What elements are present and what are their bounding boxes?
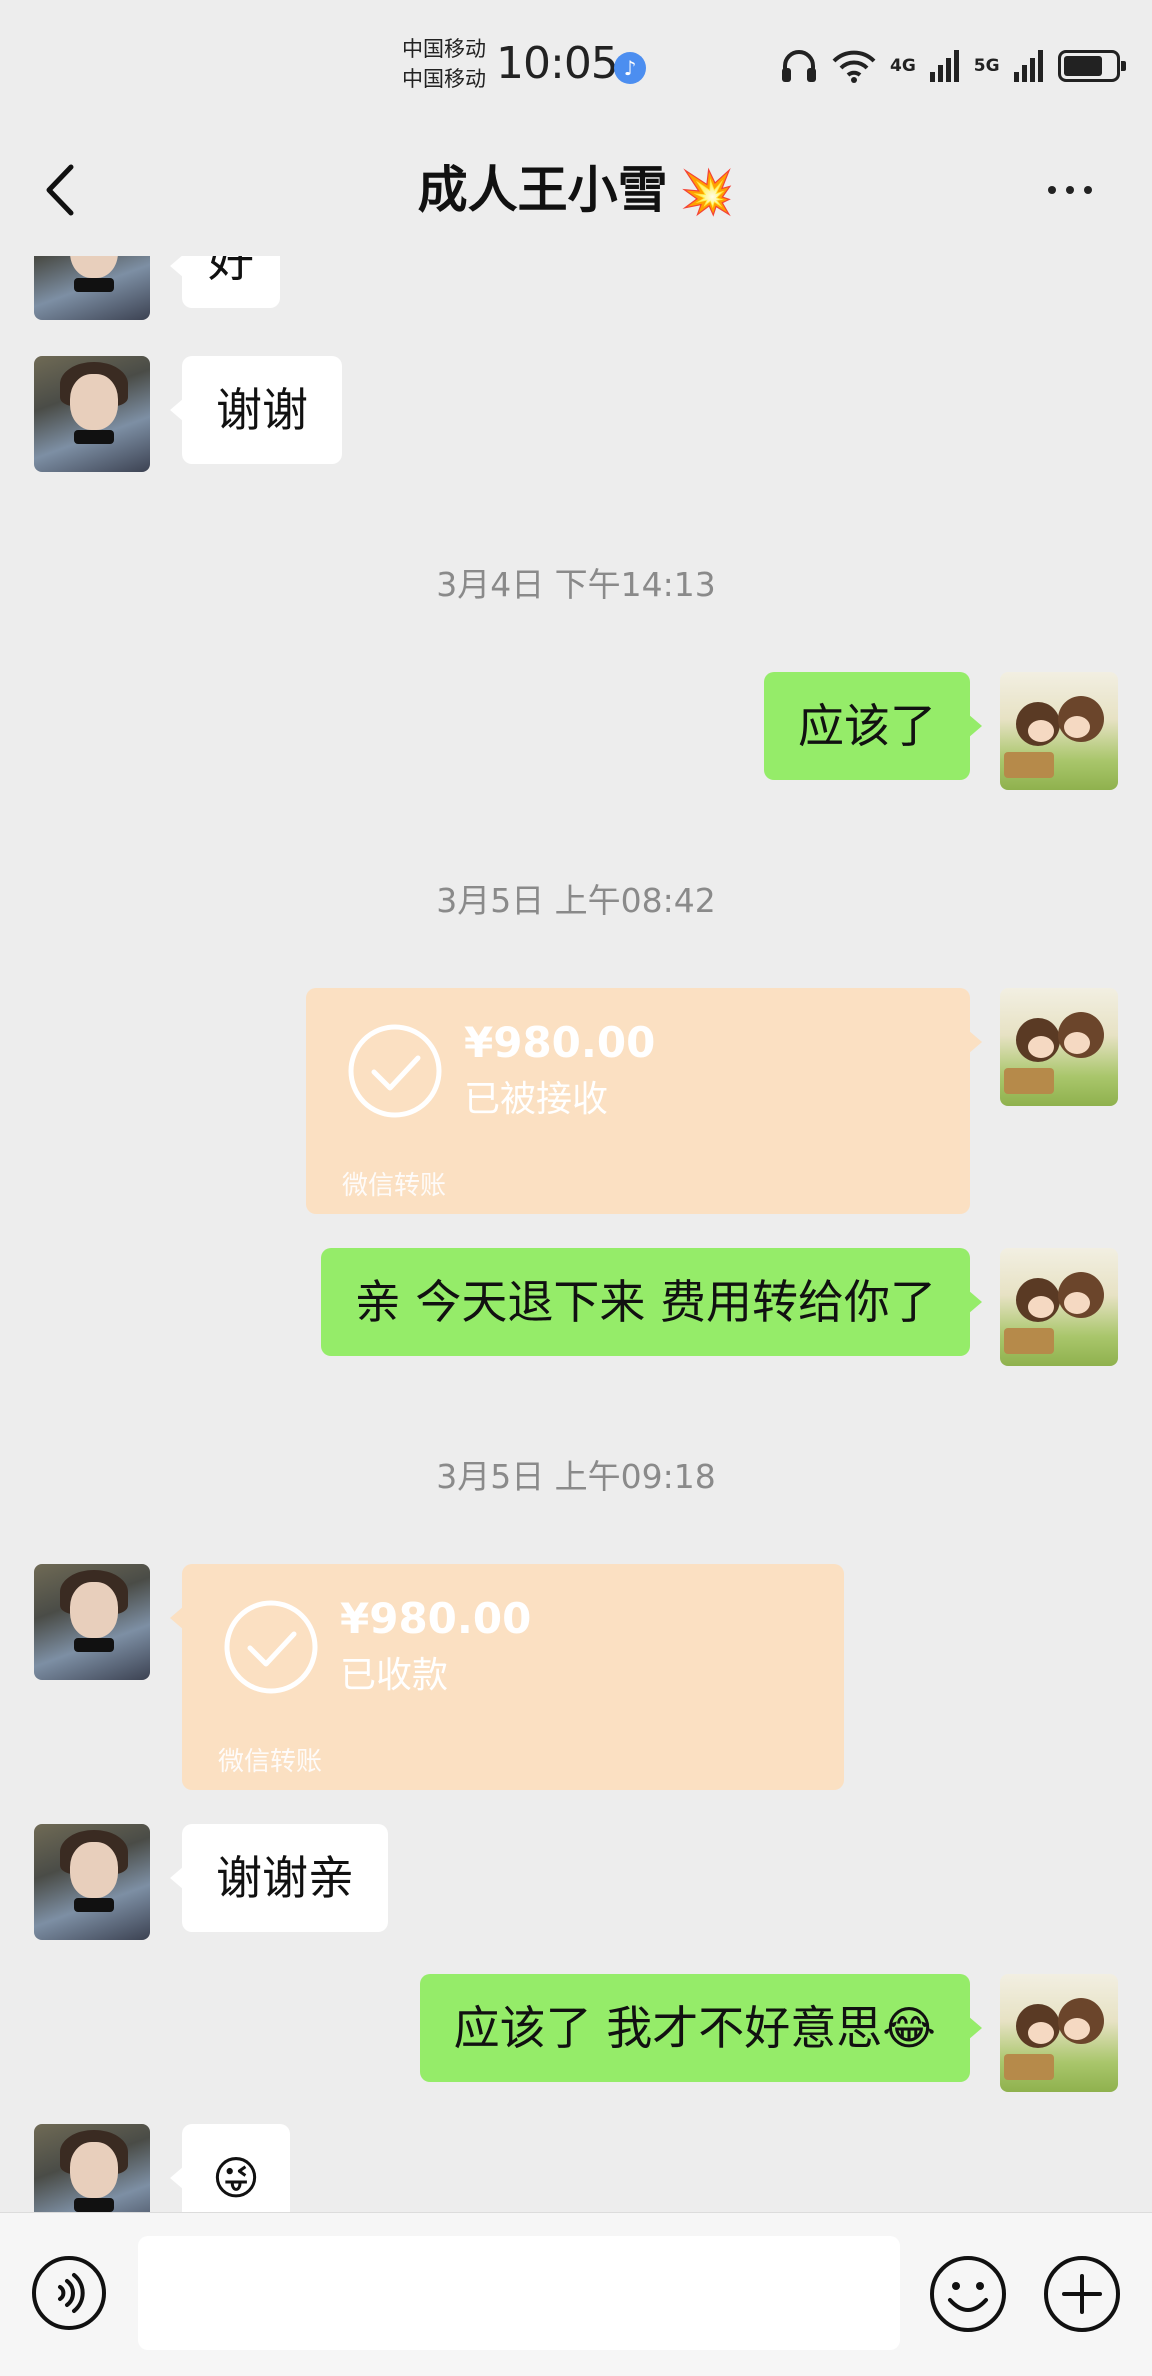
signal-icon bbox=[929, 50, 959, 82]
more-dot bbox=[1066, 186, 1074, 194]
emoji-button[interactable] bbox=[928, 2254, 1008, 2334]
avatar-face bbox=[1028, 1296, 1054, 1318]
more-options-button[interactable] bbox=[1030, 160, 1110, 220]
message-bubble-received[interactable]: 谢谢 bbox=[170, 356, 342, 464]
carrier-1: 中国移动 bbox=[402, 37, 486, 61]
message-bubble-received[interactable]: 😜 bbox=[170, 2124, 290, 2212]
transfer-amount: ¥980.00 bbox=[464, 1018, 656, 1067]
message-bubble-received[interactable]: 谢谢亲 bbox=[170, 1824, 388, 1932]
chat-title-text: 成人王小雪 bbox=[417, 161, 668, 219]
transfer-card-received[interactable]: ¥980.00 已收款 微信转账 bbox=[170, 1564, 844, 1790]
contact-avatar[interactable] bbox=[34, 1564, 150, 1680]
avatar-face bbox=[1028, 2022, 1054, 2044]
voice-button[interactable] bbox=[30, 2254, 108, 2332]
message-bubble-received[interactable]: 好 bbox=[170, 256, 280, 308]
emoji-icon bbox=[930, 2256, 1006, 2332]
contact-avatar[interactable] bbox=[34, 356, 150, 472]
more-dot bbox=[1084, 186, 1092, 194]
contact-avatar[interactable] bbox=[34, 1824, 150, 1940]
message-timestamp: 3月5日 上午09:18 bbox=[436, 1457, 716, 1496]
check-circle-icon bbox=[224, 1600, 318, 1694]
transfer-card-sent[interactable]: ¥980.00 已被接收 微信转账 bbox=[306, 988, 982, 1214]
contact-avatar[interactable] bbox=[34, 2124, 150, 2212]
avatar-face bbox=[70, 1582, 118, 1638]
voice-icon bbox=[32, 2256, 106, 2330]
plus-button[interactable] bbox=[1042, 2254, 1122, 2334]
carrier-labels: 中国移动 中国移动 bbox=[402, 34, 486, 94]
self-avatar[interactable] bbox=[1000, 988, 1118, 1106]
message-bubble-sent[interactable]: 应该了 我才不好意思😂 bbox=[419, 1974, 983, 2082]
wifi-icon bbox=[832, 50, 876, 83]
avatar-collar bbox=[74, 430, 114, 444]
avatar-cart bbox=[1004, 1328, 1054, 1354]
network-4g-label: 4G bbox=[890, 56, 916, 76]
more-dots-icon bbox=[1048, 186, 1056, 194]
message-input[interactable] bbox=[138, 2236, 900, 2350]
self-avatar[interactable] bbox=[1000, 1974, 1118, 2092]
message-bubble-sent[interactable]: 亲 今天退下来 费用转给你了 bbox=[320, 1248, 983, 1356]
carrier-2: 中国移动 bbox=[402, 67, 486, 91]
avatar-face bbox=[70, 374, 118, 430]
avatar-face bbox=[1028, 720, 1054, 742]
system-icons: 4G 5G bbox=[780, 44, 1126, 88]
avatar-face bbox=[70, 1842, 118, 1898]
avatar-face bbox=[1064, 2018, 1090, 2040]
avatar-collar bbox=[74, 2198, 114, 2212]
self-avatar[interactable] bbox=[1000, 1248, 1118, 1366]
explosion-emoji: 💥 bbox=[679, 167, 735, 218]
avatar-face bbox=[1064, 1032, 1090, 1054]
avatar-cart bbox=[1004, 1068, 1054, 1094]
message-timestamp: 3月4日 下午14:13 bbox=[436, 565, 716, 604]
network-5g-label: 5G bbox=[973, 56, 1000, 76]
plus-icon bbox=[1044, 2256, 1120, 2332]
transfer-label: 微信转账 bbox=[342, 1171, 447, 1201]
transfer-label: 微信转账 bbox=[218, 1747, 323, 1777]
avatar-face bbox=[1064, 716, 1090, 738]
headphones-icon bbox=[782, 50, 816, 82]
transfer-amount: ¥980.00 bbox=[340, 1594, 532, 1643]
avatar-collar bbox=[74, 1898, 114, 1912]
avatar-cart bbox=[1004, 752, 1054, 778]
avatar-cart bbox=[1004, 2054, 1054, 2080]
avatar-face bbox=[1064, 1292, 1090, 1314]
avatar-collar bbox=[74, 278, 114, 292]
status-time: 10:05 bbox=[496, 38, 619, 89]
chat-title: 成人王小雪 💥 bbox=[0, 156, 1152, 227]
avatar-face bbox=[1028, 1036, 1054, 1058]
transfer-status: 已被接收 bbox=[464, 1079, 609, 1120]
signal-icon-2 bbox=[1013, 50, 1043, 82]
music-icon: ♪ bbox=[614, 52, 646, 84]
chat-content: 好 谢谢 3月4日 下午14:13 应该了 3月5日 上午08:42 ¥980.… bbox=[0, 256, 1152, 2212]
avatar-face bbox=[70, 256, 118, 278]
self-avatar[interactable] bbox=[1000, 672, 1118, 790]
battery-icon bbox=[1057, 50, 1126, 82]
avatar-collar bbox=[74, 1638, 114, 1652]
check-circle-icon bbox=[348, 1024, 442, 1118]
contact-avatar[interactable] bbox=[34, 256, 150, 320]
transfer-status: 已收款 bbox=[340, 1655, 449, 1696]
avatar-face bbox=[70, 2142, 118, 2198]
chat-message-list[interactable]: 好 谢谢 3月4日 下午14:13 应该了 3月5日 上午08:42 ¥980.… bbox=[0, 256, 1152, 2212]
message-timestamp: 3月5日 上午08:42 bbox=[436, 881, 716, 920]
message-bubble-sent[interactable]: 应该了 bbox=[764, 672, 982, 780]
